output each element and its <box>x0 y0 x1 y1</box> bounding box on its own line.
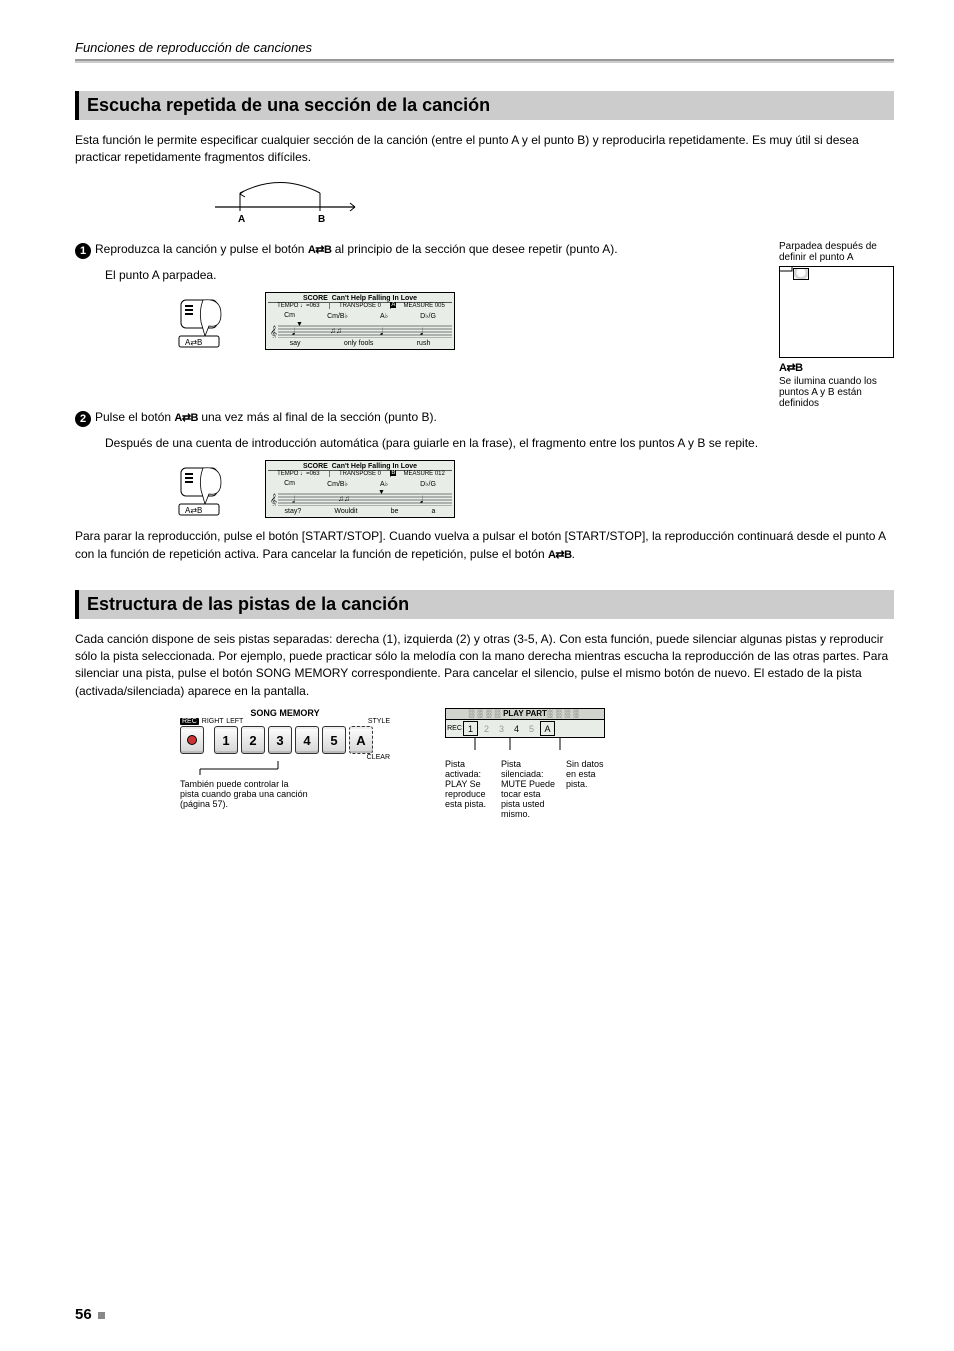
play-part-slot-3: 3 <box>495 722 508 735</box>
ab-indicator-sidebar: Parpadea después de definir el punto A A… <box>779 241 894 409</box>
play-part-slot-5: 5 <box>525 722 538 735</box>
step-2-number: 2 <box>75 411 91 427</box>
song-mem-rec-button[interactable] <box>180 726 204 754</box>
step-1-number: 1 <box>75 243 91 259</box>
svg-text:𝄞: 𝄞 <box>270 493 277 506</box>
svg-text:♫♫: ♫♫ <box>338 494 350 503</box>
song-memory-panel: SONG MEMORY REC RIGHT LEFT STYLE 1 2 3 4… <box>180 708 390 810</box>
clear-label: CLEAR <box>180 754 390 761</box>
record-icon <box>187 735 197 745</box>
step-1-under: El punto A parpadea. <box>105 267 767 284</box>
ab-symbol-sidebar: A⇄B <box>779 361 894 374</box>
play-part-caption-2: Pista silenciada: MUTE Puede tocar esta … <box>501 760 556 819</box>
song-mem-button-2[interactable]: 2 <box>241 726 265 754</box>
score-screen-1: SCORE Can't Help Falling In Love TEMPO ♩… <box>265 292 455 350</box>
diagram-label-b: B <box>318 214 325 223</box>
play-part-display: ░░░░PLAY PART░░░░ REC 1 2 3 4 5 A Pista … <box>445 708 605 819</box>
page-footer: 56 <box>75 1306 105 1323</box>
stop-text: Para parar la reproducción, pulse el bot… <box>75 528 894 563</box>
svg-text:𝅘𝅥: 𝅘𝅥 <box>420 495 424 506</box>
repeat-intro: Esta función le permite especificar cual… <box>75 132 894 167</box>
play-part-slot-2: 2 <box>480 722 493 735</box>
svg-text:𝅗𝅥: 𝅗𝅥 <box>292 495 296 506</box>
ab-button-label-3: A⇄B <box>548 549 572 561</box>
breadcrumb: Funciones de reproducción de canciones <box>75 40 894 55</box>
page-number: 56 <box>75 1306 92 1323</box>
svg-text:♫♫: ♫♫ <box>330 326 342 335</box>
ab-loop-diagram: A B <box>205 177 365 223</box>
svg-text:A⇄B: A⇄B <box>185 506 202 515</box>
ab-button-illustration-2: A⇄B <box>175 460 235 518</box>
svg-text:𝅘𝅥: 𝅘𝅥 <box>420 327 424 338</box>
header-rule <box>75 59 894 63</box>
play-part-caption-1: Pista activada: PLAY Se reproduce esta p… <box>445 760 491 819</box>
song-mem-button-1[interactable]: 1 <box>214 726 238 754</box>
rec-label: REC <box>180 718 199 725</box>
play-part-slot-1: 1 <box>463 721 478 736</box>
section-title-repeat: Escucha repetida de una sección de la ca… <box>75 91 894 120</box>
step-2-under: Después de una cuenta de introducción au… <box>105 435 894 452</box>
diagram-label-a: A <box>238 214 245 223</box>
svg-text:A⇄B: A⇄B <box>185 338 202 347</box>
song-mem-button-3[interactable]: 3 <box>268 726 292 754</box>
play-part-slot-4: 4 <box>510 722 523 735</box>
song-mem-note: También puede controlar la pista cuando … <box>180 780 310 810</box>
tracks-intro: Cada canción dispone de seis pistas sepa… <box>75 631 894 701</box>
ab-button-illustration-1: A⇄B <box>175 292 235 350</box>
score-screen-2: SCORE Can't Help Falling In Love TEMPO ♩… <box>265 460 455 518</box>
section-title-tracks: Estructura de las pistas de la canción <box>75 590 894 619</box>
svg-text:𝄞: 𝄞 <box>270 325 277 338</box>
play-part-caption-3: Sin datos en esta pista. <box>566 760 604 819</box>
panel-callout-line <box>180 761 390 775</box>
step-2-text: Pulse el botón A⇄B una vez más al final … <box>95 409 894 426</box>
step-1-text: Reproduzca la canción y pulse el botón A… <box>95 241 767 258</box>
svg-text:𝅘𝅥: 𝅘𝅥 <box>380 327 384 338</box>
footer-square-icon <box>98 1312 105 1319</box>
song-mem-button-4[interactable]: 4 <box>295 726 319 754</box>
play-part-slot-a: A <box>540 721 555 736</box>
svg-text:𝅘𝅥: 𝅘𝅥 <box>292 327 296 338</box>
ab-button-label: A⇄B <box>308 244 332 256</box>
play-part-callouts <box>445 738 605 752</box>
ab-button-label-2: A⇄B <box>174 412 198 424</box>
song-mem-button-a[interactable]: A <box>349 726 373 754</box>
song-mem-button-5[interactable]: 5 <box>322 726 346 754</box>
